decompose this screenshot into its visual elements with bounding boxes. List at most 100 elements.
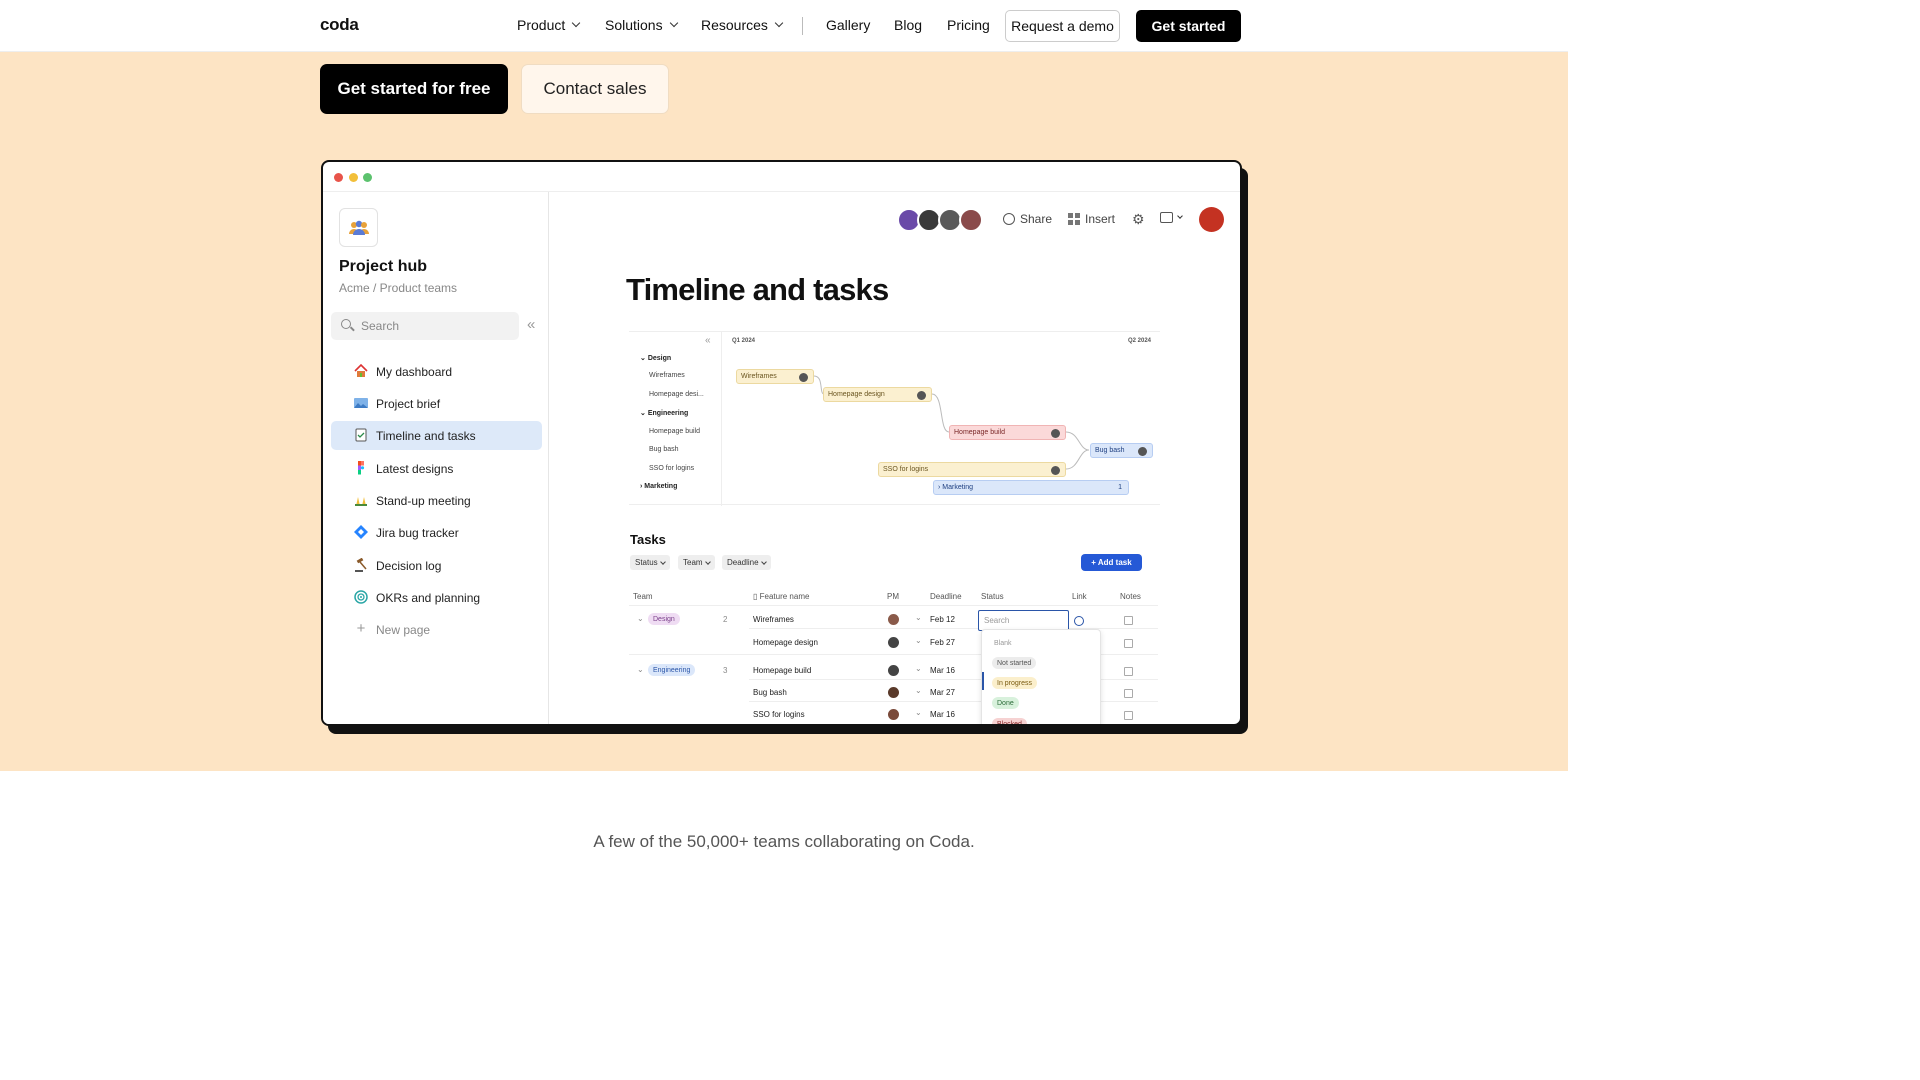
avatar[interactable] bbox=[888, 665, 899, 676]
gear-icon[interactable]: ⚙ bbox=[1132, 211, 1145, 228]
comments-button[interactable] bbox=[1160, 212, 1183, 223]
nav-blog[interactable]: Blog bbox=[894, 17, 922, 33]
team-icon[interactable] bbox=[339, 208, 378, 247]
sidebar-item-label: OKRs and planning bbox=[376, 590, 481, 605]
request-demo-button[interactable]: Request a demo bbox=[1005, 10, 1120, 42]
notes-icon[interactable] bbox=[1124, 667, 1133, 676]
chevron-down-icon[interactable]: ⌄ bbox=[915, 664, 922, 673]
team-tag-design[interactable]: Design bbox=[648, 613, 680, 625]
team-tag-engineering[interactable]: Engineering bbox=[648, 664, 696, 676]
search-placeholder: Search bbox=[361, 319, 400, 333]
avatar[interactable] bbox=[888, 687, 899, 698]
nav-product[interactable]: Product bbox=[517, 17, 581, 33]
app-window: Project hub Acme / Product teams Search … bbox=[321, 160, 1242, 726]
feature-name[interactable]: Homepage design bbox=[753, 638, 818, 647]
notes-icon[interactable] bbox=[1124, 711, 1133, 720]
get-started-free-button[interactable]: Get started for free bbox=[320, 64, 508, 114]
sidebar-item-jira-bug-tracker[interactable]: Jira bug tracker bbox=[331, 518, 542, 547]
status-option-blank[interactable]: Blank bbox=[992, 637, 1017, 649]
avatar[interactable] bbox=[888, 637, 899, 648]
feature-name[interactable]: Bug bash bbox=[753, 688, 787, 697]
sidebar-item-okrs-and-planning[interactable]: OKRs and planning bbox=[331, 583, 542, 612]
group-toggle[interactable]: ⌄ bbox=[637, 614, 644, 623]
tasks-heading: Tasks bbox=[630, 532, 666, 547]
hub-breadcrumb[interactable]: Acme / Product teams bbox=[339, 281, 457, 295]
column-header-feature[interactable]: ▯ Feature name bbox=[753, 592, 809, 601]
feature-name[interactable]: SSO for logins bbox=[753, 710, 805, 719]
status-option-not-started[interactable]: Not started bbox=[992, 657, 1037, 669]
chevron-down-icon[interactable]: ⌄ bbox=[915, 636, 922, 645]
insert-button[interactable]: Insert bbox=[1068, 212, 1115, 226]
filter-team[interactable]: Team bbox=[678, 555, 715, 570]
chevron-down-icon[interactable]: ⌄ bbox=[915, 708, 922, 717]
nav-pricing[interactable]: Pricing bbox=[947, 17, 990, 33]
status-option-in-progress[interactable]: In progress bbox=[992, 677, 1038, 689]
chevron-down-icon[interactable]: ⌄ bbox=[915, 686, 922, 695]
sidebar-item-stand-up-meeting[interactable]: Stand-up meeting bbox=[331, 486, 542, 515]
sidebar-item-project-brief[interactable]: Project brief bbox=[331, 389, 542, 418]
feature-name[interactable]: Homepage build bbox=[753, 666, 811, 675]
notes-icon[interactable] bbox=[1124, 689, 1133, 698]
deadline-cell[interactable]: Mar 16 bbox=[930, 710, 955, 719]
collapse-sidebar-icon[interactable]: « bbox=[527, 316, 535, 333]
avatar[interactable] bbox=[888, 614, 899, 625]
avatar[interactable] bbox=[888, 709, 899, 720]
nav-gallery[interactable]: Gallery bbox=[826, 17, 870, 33]
deadline-cell[interactable]: Feb 27 bbox=[930, 638, 955, 647]
timeline-bar-sso[interactable]: SSO for logins bbox=[878, 462, 1066, 477]
column-header-link[interactable]: Link bbox=[1072, 592, 1087, 601]
chevron-down-icon bbox=[572, 18, 581, 28]
timeline-bar-marketing[interactable]: › Marketing 1 bbox=[933, 480, 1129, 495]
sidebar-item-timeline-and-tasks[interactable]: Timeline and tasks bbox=[331, 421, 542, 450]
status-option-done[interactable]: Done bbox=[992, 697, 1019, 709]
deadline-cell[interactable]: Mar 27 bbox=[930, 688, 955, 697]
sidebar-new-page[interactable]: + New page bbox=[331, 615, 542, 644]
column-header-notes[interactable]: Notes bbox=[1120, 592, 1141, 601]
globe-icon[interactable] bbox=[1074, 616, 1084, 626]
column-header-pm[interactable]: PM bbox=[887, 592, 899, 601]
share-button[interactable]: Share bbox=[1003, 212, 1052, 226]
bar-label-text: Marketing bbox=[942, 484, 974, 491]
avatar bbox=[959, 208, 983, 232]
jira-icon bbox=[354, 525, 368, 539]
status-option-blocked[interactable]: Blocked bbox=[992, 718, 1027, 724]
chevron-down-icon bbox=[774, 18, 784, 28]
chevron-down-icon[interactable]: ⌄ bbox=[915, 613, 922, 622]
coda-logo[interactable]: coda bbox=[320, 15, 359, 35]
group-toggle[interactable]: ⌄ bbox=[637, 665, 644, 674]
column-header-status[interactable]: Status bbox=[981, 592, 1004, 601]
status-search-input[interactable]: Search bbox=[978, 610, 1069, 631]
get-started-button[interactable]: Get started bbox=[1136, 10, 1241, 42]
avatar bbox=[1138, 447, 1147, 456]
column-header-deadline[interactable]: Deadline bbox=[930, 592, 962, 601]
contact-sales-button[interactable]: Contact sales bbox=[521, 64, 669, 114]
timeline-bar-homepage-design[interactable]: Homepage design bbox=[823, 387, 932, 402]
minimize-dot-icon bbox=[349, 173, 358, 182]
deadline-cell[interactable]: Mar 16 bbox=[930, 666, 955, 675]
avatar bbox=[799, 373, 808, 382]
grid-icon bbox=[1068, 213, 1080, 225]
sidebar-item-my-dashboard[interactable]: My dashboard bbox=[331, 357, 542, 386]
nav-resources[interactable]: Resources bbox=[701, 17, 784, 33]
column-header-team[interactable]: Team bbox=[633, 592, 653, 601]
comment-icon bbox=[1160, 212, 1173, 223]
filter-deadline[interactable]: Deadline bbox=[722, 555, 771, 570]
group-count: 3 bbox=[723, 666, 728, 675]
nav-solutions[interactable]: Solutions bbox=[605, 17, 678, 33]
feature-name[interactable]: Wireframes bbox=[753, 615, 794, 624]
timeline-bar-homepage-build[interactable]: Homepage build bbox=[949, 425, 1066, 440]
sidebar-item-latest-designs[interactable]: Latest designs bbox=[331, 454, 542, 483]
doc-canvas: Share Insert ⚙ Timeline and tasks « ⌄ De… bbox=[549, 192, 1240, 724]
filter-status[interactable]: Status bbox=[630, 555, 670, 570]
add-task-button[interactable]: + Add task bbox=[1081, 554, 1142, 571]
timeline-bar-wireframes[interactable]: Wireframes bbox=[736, 369, 814, 384]
sidebar-item-decision-log[interactable]: Decision log bbox=[331, 551, 542, 580]
notes-icon[interactable] bbox=[1124, 616, 1133, 625]
bar-label: Homepage build bbox=[954, 429, 1005, 436]
deadline-cell[interactable]: Feb 12 bbox=[930, 615, 955, 624]
notes-icon[interactable] bbox=[1124, 639, 1133, 648]
landscape-icon bbox=[354, 396, 368, 410]
sidebar-search-input[interactable]: Search bbox=[331, 312, 519, 340]
user-avatar[interactable] bbox=[1199, 207, 1224, 232]
timeline-bar-bug-bash[interactable]: Bug bash bbox=[1090, 443, 1153, 458]
